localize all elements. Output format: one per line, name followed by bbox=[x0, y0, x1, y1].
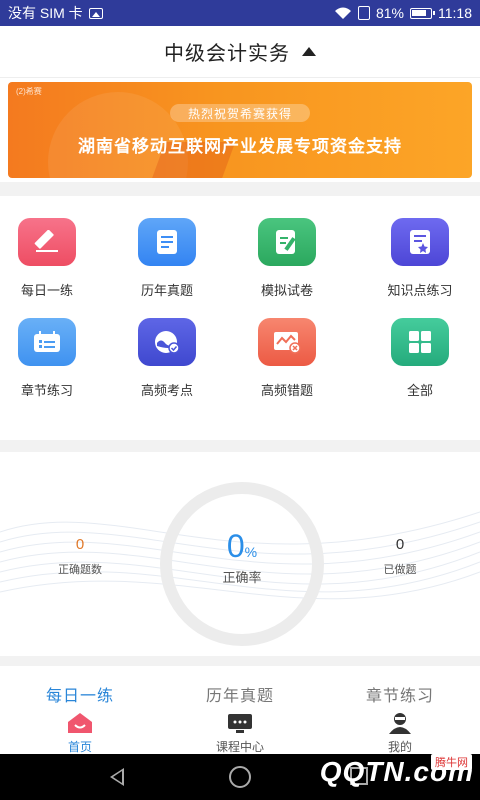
accuracy-stat: 0% 正确率 bbox=[160, 528, 324, 586]
nav-label: 课程中心 bbox=[215, 740, 264, 754]
grid-item-chapter-practice[interactable]: 章节练习 bbox=[0, 318, 107, 399]
home-icon bbox=[68, 713, 92, 733]
grid-label: 高频错题 bbox=[260, 383, 313, 398]
page-title: 中级会计实务 bbox=[164, 43, 290, 65]
grid-item-past-exams[interactable]: 历年真题 bbox=[107, 218, 227, 299]
divider bbox=[0, 656, 480, 666]
feature-grid: 每日一练 历年真题 模拟试卷 知识点练习 章节练习 高频考点 高频错题 全部 bbox=[0, 196, 480, 440]
nav-label: 我的 bbox=[387, 740, 412, 754]
grid-item-mock-exams[interactable]: 模拟试卷 bbox=[227, 218, 347, 299]
grid-item-hot-topics[interactable]: 高频考点 bbox=[107, 318, 227, 399]
image-notification-icon bbox=[88, 7, 103, 19]
back-icon[interactable] bbox=[110, 768, 124, 786]
banner-section: (2)希赛 热烈祝贺希赛获得 湖南省移动互联网产业发展专项资金支持 bbox=[0, 78, 480, 182]
star-document-icon bbox=[391, 218, 449, 266]
status-bar: 没有 SIM 卡 81% 11:18 bbox=[0, 0, 480, 26]
system-nav-bar: QQTN.com 腾牛网 bbox=[0, 754, 480, 800]
divider bbox=[0, 182, 480, 196]
caret-up-icon bbox=[302, 47, 316, 56]
grid-item-frequent-errors[interactable]: 高频错题 bbox=[227, 318, 347, 399]
correct-count-label: 正确题数 bbox=[58, 564, 102, 576]
grid-label: 章节练习 bbox=[20, 383, 73, 398]
nav-label: 首页 bbox=[67, 740, 92, 754]
banner-headline: 湖南省移动互联网产业发展专项资金支持 bbox=[78, 137, 402, 156]
banner-brand-tag: (2)希赛 bbox=[16, 87, 42, 96]
sim-icon bbox=[357, 6, 370, 20]
done-count-value: 0 bbox=[395, 536, 405, 553]
stats-panel: 0 正确题数 0% 正确率 0 已做题 bbox=[0, 452, 480, 656]
grid-item-daily-practice[interactable]: 每日一练 bbox=[0, 218, 107, 299]
document-icon bbox=[138, 218, 196, 266]
grid-item-all[interactable]: 全部 bbox=[360, 318, 480, 399]
correct-count-stat: 0 正确题数 bbox=[40, 536, 120, 577]
grid-label: 历年真题 bbox=[140, 283, 193, 298]
pencil-icon bbox=[18, 218, 76, 266]
grid-label: 知识点练习 bbox=[387, 283, 453, 298]
bottom-navigation: 每日一练 首页 历年真题 课程中心 章节练习 我的 bbox=[0, 666, 480, 754]
accuracy-unit: % bbox=[244, 544, 258, 560]
chart-error-icon bbox=[258, 318, 316, 366]
edit-document-icon bbox=[258, 218, 316, 266]
nav-tab-title: 历年真题 bbox=[205, 688, 274, 705]
banner-pill: 热烈祝贺希赛获得 bbox=[170, 104, 310, 122]
home-button-icon[interactable] bbox=[229, 766, 251, 788]
correct-count-value: 0 bbox=[75, 536, 85, 553]
checklist-icon bbox=[18, 318, 76, 366]
done-count-label: 已做题 bbox=[383, 564, 417, 576]
nav-tab-title: 章节练习 bbox=[365, 688, 434, 705]
battery-icon bbox=[410, 7, 435, 19]
grid-label: 全部 bbox=[406, 383, 433, 398]
nav-profile[interactable]: 章节练习 我的 bbox=[320, 666, 480, 755]
divider bbox=[0, 440, 480, 452]
nav-home[interactable]: 每日一练 首页 bbox=[0, 666, 160, 755]
accuracy-value: 0 bbox=[226, 528, 245, 564]
user-icon bbox=[389, 713, 411, 734]
course-icon bbox=[228, 714, 252, 733]
done-count-stat: 0 已做题 bbox=[360, 536, 440, 577]
clock: 11:18 bbox=[438, 5, 472, 21]
grid-label: 模拟试卷 bbox=[260, 283, 313, 298]
subject-selector[interactable]: 中级会计实务 bbox=[0, 26, 480, 78]
wifi-icon bbox=[334, 7, 351, 19]
accuracy-label: 正确率 bbox=[222, 570, 262, 585]
grid-label: 高频考点 bbox=[140, 383, 193, 398]
nav-course-center[interactable]: 历年真题 课程中心 bbox=[160, 666, 320, 755]
grid-icon bbox=[391, 318, 449, 366]
carrier-label: 没有 SIM 卡 bbox=[8, 5, 83, 21]
wave-check-icon bbox=[138, 318, 196, 366]
promo-banner[interactable]: (2)希赛 热烈祝贺希赛获得 湖南省移动互联网产业发展专项资金支持 bbox=[8, 82, 472, 178]
battery-percent: 81% bbox=[375, 5, 404, 21]
nav-tab-title: 每日一练 bbox=[45, 688, 114, 705]
watermark-tag: 腾牛网 bbox=[431, 754, 472, 770]
grid-label: 每日一练 bbox=[20, 283, 73, 298]
grid-item-knowledge-practice[interactable]: 知识点练习 bbox=[360, 218, 480, 299]
